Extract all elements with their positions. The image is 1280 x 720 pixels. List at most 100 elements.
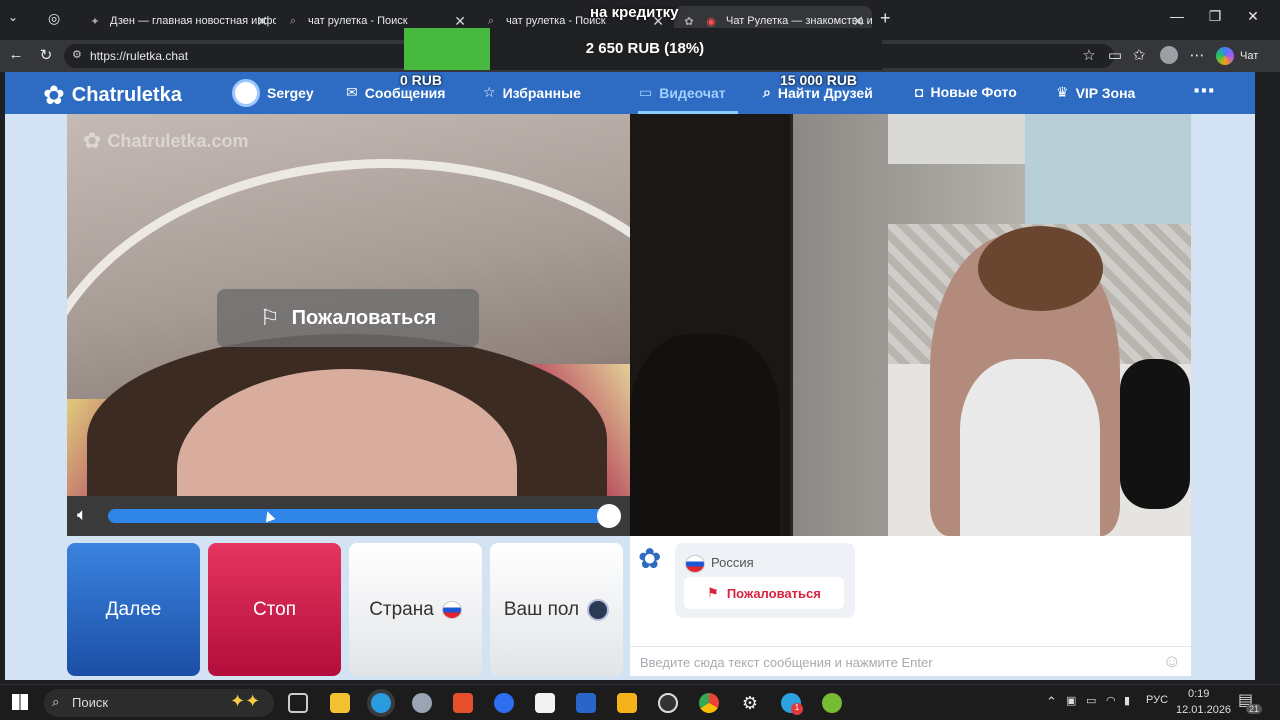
messenger-icon[interactable] xyxy=(494,693,514,713)
stop-button[interactable]: Стоп xyxy=(208,543,341,676)
favorites-icon[interactable]: ✩ xyxy=(1128,46,1150,64)
partner-country: Россия xyxy=(711,555,754,570)
user-avatar xyxy=(232,79,260,107)
gender-button[interactable]: Ваш пол xyxy=(490,543,623,676)
reload-icon[interactable]: ↻ xyxy=(35,46,57,64)
capcut-icon[interactable] xyxy=(535,693,555,713)
envelope-icon: ✉ xyxy=(346,84,358,100)
clock-date[interactable]: 12.01.2026 xyxy=(1176,704,1231,716)
back-icon[interactable]: ← xyxy=(5,46,27,63)
search-icon: ⌕ xyxy=(487,14,495,27)
video-scene xyxy=(1025,114,1191,224)
close-window-icon[interactable]: ✕ xyxy=(1238,8,1268,25)
chatruletka-logo-icon: ✿ xyxy=(638,543,662,574)
donation-min-label: 0 RUB xyxy=(400,72,443,88)
chatruletka-icon: ✿ xyxy=(684,15,694,28)
search-icon: ⌕ xyxy=(763,84,771,100)
notification-count: 21 xyxy=(1246,704,1263,714)
task-view-icon[interactable] xyxy=(288,693,308,713)
tab-actions-icon[interactable]: ⌄ xyxy=(8,10,18,24)
steam-icon[interactable] xyxy=(412,693,432,713)
tab-dzen[interactable]: ✦ Дзен — главная новостная инфо ✕ xyxy=(80,6,276,36)
report-button[interactable]: ⚐ Пожаловаться xyxy=(217,289,479,347)
video-scene xyxy=(960,359,1100,536)
nav-vip[interactable]: ♛ VIP Зона xyxy=(1056,84,1135,101)
site-header: ✿ Chatruletka Sergey ✉ Сообщения ☆ Избра… xyxy=(5,72,1255,114)
tray-app-icon[interactable]: ▣ xyxy=(1066,694,1076,707)
windows-start-icon[interactable] xyxy=(12,694,28,710)
nav-user[interactable]: Sergey xyxy=(232,79,314,107)
search-icon: ⌕ xyxy=(52,694,60,709)
video-watermark: ✿ Chatruletka.com xyxy=(83,128,249,153)
battery-icon[interactable]: ▮ xyxy=(1124,694,1130,707)
recording-icon: ◉ xyxy=(706,15,716,28)
emoji-icon[interactable]: ☺ xyxy=(1163,651,1181,672)
donation-amount: 2 650 RUB (18%) xyxy=(585,40,705,57)
tab-label: Чат Рулетка — знакомства и xyxy=(726,15,872,27)
nav-new-photo[interactable]: ◘ Новые Фото xyxy=(915,84,1017,100)
favorite-star-icon[interactable]: ☆ xyxy=(1078,46,1100,64)
copilot-button[interactable]: Чат xyxy=(1216,44,1258,68)
workspaces-icon[interactable]: ◎ xyxy=(48,10,60,27)
windows-taskbar: ⌕ Поиск ✦✦ ⚙ 1 ⌃ ▣ ▭ ◠ ▮ РУС 0:19 12.01.… xyxy=(0,684,1280,720)
settings-icon[interactable]: ⚙ xyxy=(740,693,760,713)
sparkle-icon: ✦✦ xyxy=(230,691,261,711)
flag-icon: ⚑ xyxy=(707,585,719,600)
video-camera-icon: ▭ xyxy=(639,84,653,100)
search-icon: ⌕ xyxy=(289,14,297,27)
nav-favorites[interactable]: ☆ Избранные xyxy=(483,84,581,101)
donation-max-label: 15 000 RUB xyxy=(780,72,858,88)
next-button[interactable]: Далее xyxy=(67,543,200,676)
new-tab-icon[interactable]: + xyxy=(880,8,891,29)
volume-slider-handle[interactable] xyxy=(597,504,621,528)
show-hidden-icons[interactable]: ⌃ xyxy=(1046,694,1057,710)
site-info-icon[interactable]: ⚙ xyxy=(72,48,82,61)
crown-icon: ♛ xyxy=(1056,84,1069,100)
close-icon[interactable]: ✕ xyxy=(256,13,268,30)
mail-icon[interactable] xyxy=(576,693,596,713)
shield-app-icon[interactable] xyxy=(453,693,473,713)
speaker-icon[interactable]: 🔈︎ xyxy=(77,505,87,525)
chatruletka-logo-icon: ✿ xyxy=(83,128,102,153)
clock-time[interactable]: 0:19 xyxy=(1188,688,1209,700)
chrome-icon[interactable] xyxy=(699,693,719,713)
utorrent-icon[interactable] xyxy=(822,693,842,713)
volume-slider[interactable] xyxy=(108,509,611,523)
tab-label: чат рулетка - Поиск xyxy=(308,15,408,27)
file-explorer-icon[interactable] xyxy=(330,693,350,713)
more-menu-icon[interactable]: ⋯ xyxy=(1193,78,1215,104)
tab-label: Дзен — главная новостная инфо xyxy=(110,15,276,27)
donation-goal-title: на кредитку xyxy=(590,4,679,21)
site-logo[interactable]: ✿ Chatruletka xyxy=(43,80,182,111)
more-icon[interactable]: ⋯ xyxy=(1186,46,1208,64)
video-scene xyxy=(630,334,780,536)
camera-icon: ◘ xyxy=(915,84,924,100)
nav-videochat[interactable]: ▭ Видеочат xyxy=(639,84,726,101)
report-partner-button[interactable]: ⚑ Пожаловаться xyxy=(684,577,844,609)
video-scene xyxy=(978,226,1103,311)
obs-icon[interactable] xyxy=(658,693,678,713)
edge-icon[interactable] xyxy=(371,693,391,713)
video-scene xyxy=(1120,359,1190,509)
russia-flag-icon xyxy=(441,600,462,619)
telegram-icon[interactable]: 1 xyxy=(781,693,803,715)
telegram-badge: 1 xyxy=(791,703,803,715)
language-indicator[interactable]: РУС xyxy=(1146,694,1168,706)
split-screen-icon[interactable]: ▭ xyxy=(1104,46,1126,64)
wifi-icon[interactable]: ◠ xyxy=(1106,694,1116,707)
chatruletka-logo-icon: ✿ xyxy=(43,80,65,110)
chat-message-input[interactable]: Введите сюда текст сообщения и нажмите E… xyxy=(630,646,1191,676)
user-avatar-icon xyxy=(587,598,610,621)
display-icon[interactable]: ▭ xyxy=(1086,694,1096,707)
taskbar-search[interactable]: ⌕ Поиск ✦✦ xyxy=(44,689,274,717)
minimize-icon[interactable]: — xyxy=(1162,8,1192,24)
url-text: https://ruletka.chat xyxy=(90,49,189,63)
donation-progress-fill xyxy=(404,28,490,70)
profile-avatar[interactable] xyxy=(1160,46,1178,64)
country-button[interactable]: Страна xyxy=(349,543,482,676)
copilot-icon xyxy=(1216,47,1234,65)
russia-flag-icon xyxy=(685,555,705,573)
app-icon[interactable] xyxy=(617,693,637,713)
partner-video xyxy=(630,114,1191,536)
maximize-icon[interactable]: ❐ xyxy=(1200,8,1230,25)
